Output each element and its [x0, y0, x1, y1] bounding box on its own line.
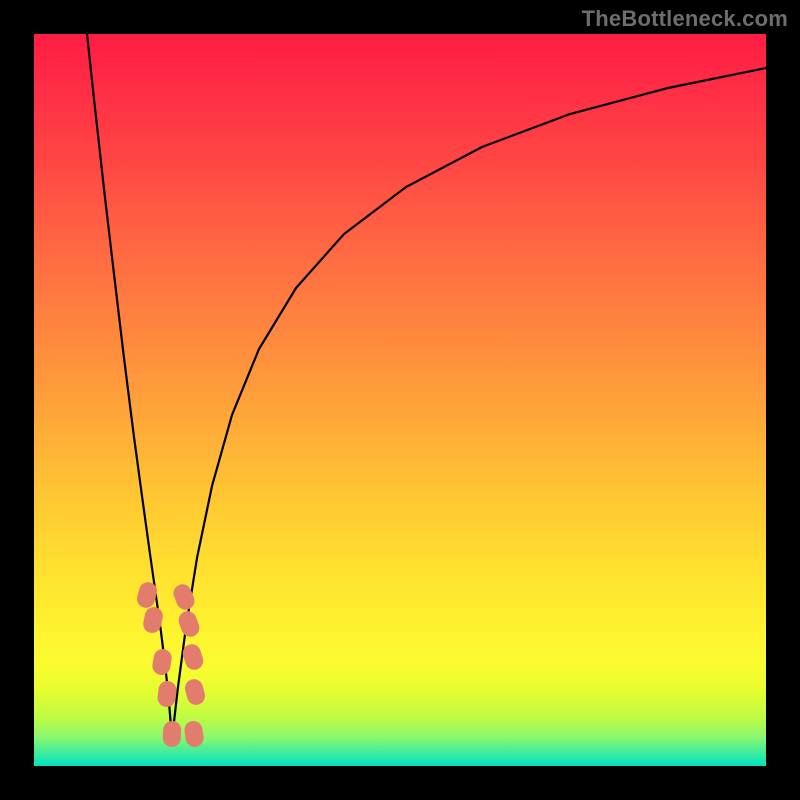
data-marker	[162, 721, 181, 748]
left-curve	[87, 34, 172, 739]
plot-area	[34, 34, 766, 766]
watermark-text: TheBottleneck.com	[582, 6, 788, 32]
right-curve	[172, 68, 766, 739]
curve-layer	[34, 34, 766, 766]
chart-frame: TheBottleneck.com	[0, 0, 800, 800]
